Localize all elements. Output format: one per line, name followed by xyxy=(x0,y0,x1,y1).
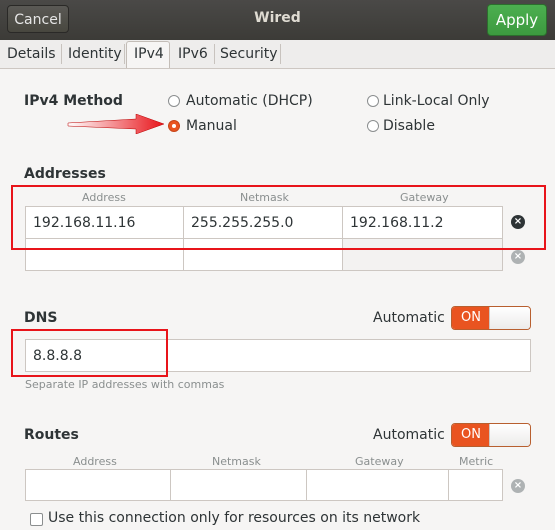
radio-link-local-label: Link-Local Only xyxy=(383,93,490,109)
routes-toggle-on-label: ON xyxy=(452,424,490,446)
routes-toggle-knob xyxy=(489,424,530,446)
route-metric-input[interactable] xyxy=(448,469,503,501)
annotation-box-addresses xyxy=(11,185,546,250)
dns-section-label: DNS xyxy=(24,310,58,326)
tab-details[interactable]: Details xyxy=(7,44,56,64)
route-netmask-input[interactable] xyxy=(170,469,307,501)
annotation-box-dns xyxy=(11,329,168,377)
radio-dhcp-label: Automatic (DHCP) xyxy=(186,93,313,109)
route-gateway-input[interactable] xyxy=(306,469,449,501)
dns-toggle-on-label: ON xyxy=(452,307,490,329)
routes-col-metric: Metric xyxy=(459,455,494,468)
routes-automatic-label: Automatic xyxy=(373,427,445,443)
routes-col-address: Address xyxy=(73,455,117,468)
ipv4-method-label: IPv4 Method xyxy=(24,93,123,109)
radio-dhcp[interactable] xyxy=(168,95,180,107)
radio-manual-label: Manual xyxy=(186,118,237,134)
routes-section-label: Routes xyxy=(24,427,79,443)
routes-col-gateway: Gateway xyxy=(355,455,404,468)
tab-identity[interactable]: Identity xyxy=(68,44,122,64)
clear-route-icon[interactable]: × xyxy=(511,479,525,493)
only-resources-checkbox[interactable] xyxy=(30,513,43,526)
tab-security[interactable]: Security xyxy=(220,44,278,64)
radio-manual[interactable] xyxy=(168,120,180,132)
tab-separator xyxy=(214,44,215,64)
tab-ipv4[interactable]: IPv4 xyxy=(134,44,164,64)
tab-ipv6[interactable]: IPv6 xyxy=(178,44,208,64)
tab-separator xyxy=(61,44,62,64)
clear-row-icon-disabled: × xyxy=(511,250,525,264)
routes-col-netmask: Netmask xyxy=(212,455,261,468)
dns-automatic-label: Automatic xyxy=(373,310,445,326)
only-resources-label: Use this connection only for resources o… xyxy=(48,510,421,526)
routes-automatic-toggle[interactable]: ON xyxy=(451,423,531,447)
radio-disable[interactable] xyxy=(367,120,379,132)
dns-toggle-knob xyxy=(489,307,530,329)
dns-hint: Separate IP addresses with commas xyxy=(25,378,225,391)
tab-separator xyxy=(124,44,125,64)
dns-automatic-toggle[interactable]: ON xyxy=(451,306,531,330)
route-address-input[interactable] xyxy=(25,469,171,501)
radio-link-local[interactable] xyxy=(367,95,379,107)
window-title: Wired xyxy=(254,10,301,26)
radio-disable-label: Disable xyxy=(383,118,435,134)
annotation-arrow-icon xyxy=(67,114,165,134)
addresses-section-label: Addresses xyxy=(24,166,106,182)
apply-button[interactable]: Apply xyxy=(487,4,547,36)
tab-separator xyxy=(280,44,281,64)
